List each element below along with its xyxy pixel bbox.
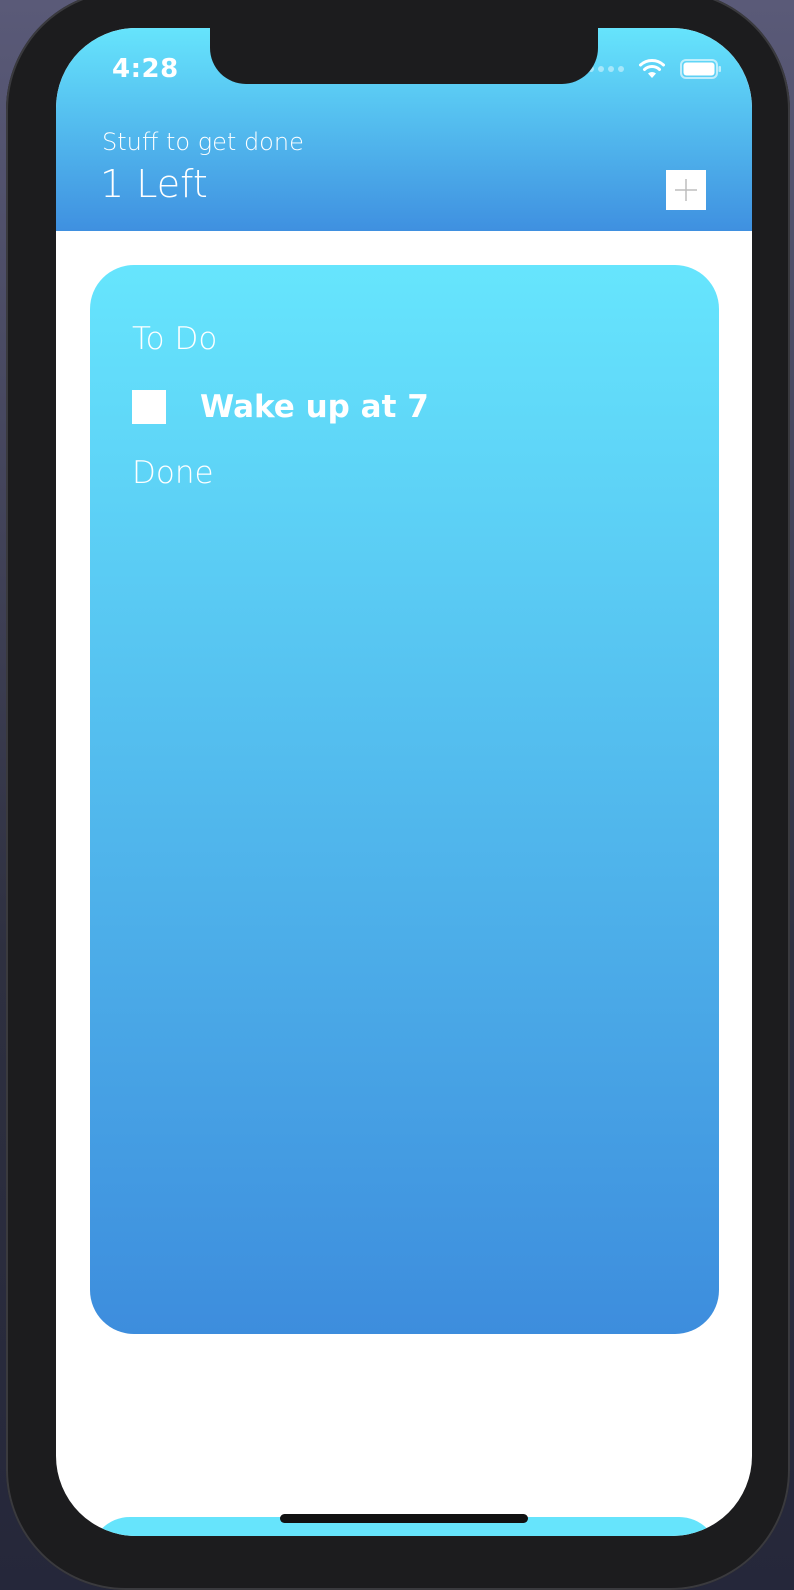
cellular-signal-icon bbox=[588, 66, 624, 72]
plus-icon bbox=[675, 179, 697, 201]
app-header: 4:28 Stuff to get done 1 Left bbox=[56, 28, 752, 231]
task-item[interactable]: Wake up at 7 bbox=[132, 389, 429, 425]
home-indicator bbox=[280, 1514, 528, 1523]
battery-icon bbox=[680, 59, 722, 79]
task-checkbox[interactable] bbox=[132, 390, 166, 424]
phone-frame: 4:28 Stuff to get done 1 Left To Do Wake… bbox=[6, 0, 790, 1590]
done-section-label: Done bbox=[132, 455, 214, 491]
header-subtitle: Stuff to get done bbox=[102, 128, 304, 156]
app-screen: 4:28 Stuff to get done 1 Left To Do Wake… bbox=[56, 28, 752, 1536]
task-text: Wake up at 7 bbox=[200, 389, 429, 425]
task-list-card: To Do Wake up at 7 Done bbox=[90, 265, 719, 1334]
todo-section-label: To Do bbox=[132, 321, 218, 357]
add-task-button[interactable] bbox=[666, 170, 706, 210]
device-notch bbox=[210, 28, 598, 84]
wifi-icon bbox=[638, 58, 666, 80]
status-indicators bbox=[588, 58, 722, 80]
status-time: 4:28 bbox=[112, 54, 179, 84]
remaining-count: 1 Left bbox=[100, 162, 208, 206]
